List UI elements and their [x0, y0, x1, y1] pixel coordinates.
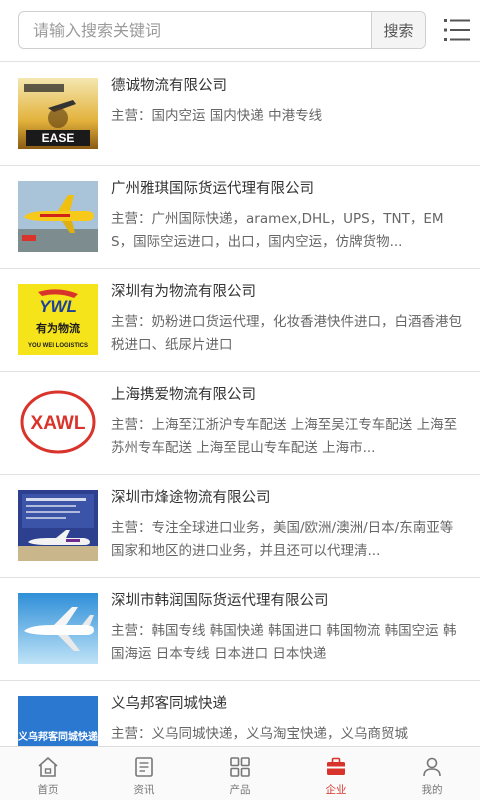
search-button[interactable]: 搜索	[371, 12, 425, 48]
list-item[interactable]: XAWL 上海携爱物流有限公司 主营：上海至江浙沪专车配送 上海至吴江专车配送 …	[0, 372, 480, 475]
nav-products[interactable]: 产品	[192, 747, 288, 800]
nav-news[interactable]: 资讯	[96, 747, 192, 800]
nav-company[interactable]: 企业	[288, 747, 384, 800]
home-icon	[38, 757, 58, 777]
company-logo: XAWL	[18, 387, 98, 458]
list-item[interactable]: 广州雅琪国际货运代理有限公司 主营：广州国际快递，aramex,DHL，UPS，…	[0, 166, 480, 269]
nav-label: 产品	[229, 784, 251, 796]
header: 搜索	[0, 0, 480, 62]
company-icon	[327, 757, 345, 775]
list-item[interactable]: 深圳市韩润国际货运代理有限公司 主营：韩国专线 韩国快递 韩国进口 韩国物流 韩…	[0, 578, 480, 681]
company-name[interactable]: 深圳有为物流有限公司	[111, 282, 471, 302]
company-logo	[18, 181, 98, 252]
company-business: 主营：奶粉进口货运代理，化妆香港快件进口，白酒香港包税进口、纸尿片进口	[111, 314, 462, 353]
company-logo: YWL 有为物流 YOU WEI LOGISTICS	[18, 284, 98, 355]
nav-label: 企业	[325, 784, 347, 796]
company-business: 主营：国内空运 国内快递 中港专线	[111, 108, 323, 124]
company-list: EASE 德诚物流有限公司 主营：国内空运 国内快递 中港专线 广州雅琪国际货运…	[0, 63, 480, 784]
menu-list-icon[interactable]	[442, 16, 472, 44]
search-box: 搜索	[18, 11, 426, 49]
nav-label: 资讯	[133, 784, 155, 796]
bottom-nav: 首页 资讯 产品 企业 我的	[0, 746, 480, 800]
company-logo	[18, 593, 98, 664]
company-name[interactable]: 深圳市烽途物流有限公司	[111, 488, 471, 508]
nav-label: 首页	[37, 784, 59, 796]
search-input[interactable]	[19, 12, 373, 48]
company-logo: EASE	[18, 78, 98, 149]
thumb-text: 义乌邦客同城快递	[18, 730, 98, 743]
company-business: 主营：上海至江浙沪专车配送 上海至吴江专车配送 上海至苏州专车配送 上海至昆山专…	[111, 417, 458, 456]
company-business: 主营：义乌同城快递，义乌淘宝快递，义乌商贸城	[111, 726, 408, 742]
thumb-text: YOU WEI LOGISTICS	[28, 343, 88, 349]
company-name[interactable]: 深圳市韩润国际货运代理有限公司	[111, 591, 471, 611]
company-business: 主营：专注全球进口业务，美国/欧洲/澳洲/日本/东南亚等国家和地区的进口业务，并…	[111, 520, 454, 559]
nav-mine[interactable]: 我的	[384, 747, 480, 800]
company-name[interactable]: 德诚物流有限公司	[111, 76, 471, 96]
company-name[interactable]: 广州雅琪国际货运代理有限公司	[111, 179, 471, 199]
list-item[interactable]: EASE 德诚物流有限公司 主营：国内空运 国内快递 中港专线	[0, 63, 480, 166]
thumb-text: XAWL	[31, 413, 86, 434]
nav-label: 我的	[421, 784, 443, 796]
thumb-text: 有为物流	[36, 321, 80, 335]
news-icon	[135, 757, 153, 777]
grid-icon	[230, 757, 250, 777]
thumb-text: EASE	[42, 131, 75, 145]
thumb-text: YWL	[39, 297, 77, 316]
nav-home[interactable]: 首页	[0, 747, 96, 800]
list-item[interactable]: 深圳市烽途物流有限公司 主营：专注全球进口业务，美国/欧洲/澳洲/日本/东南亚等…	[0, 475, 480, 578]
company-business: 主营：韩国专线 韩国快递 韩国进口 韩国物流 韩国空运 韩国海运 日本专线 日本…	[111, 623, 457, 662]
company-business: 主营：广州国际快递，aramex,DHL，UPS，TNT，EMS，国际空运进口，…	[111, 211, 444, 250]
list-item[interactable]: YWL 有为物流 YOU WEI LOGISTICS 深圳有为物流有限公司 主营…	[0, 269, 480, 372]
company-name[interactable]: 义乌邦客同城快递	[111, 694, 471, 714]
user-icon	[423, 757, 441, 777]
company-name[interactable]: 上海携爱物流有限公司	[111, 385, 471, 405]
company-logo	[18, 490, 98, 561]
